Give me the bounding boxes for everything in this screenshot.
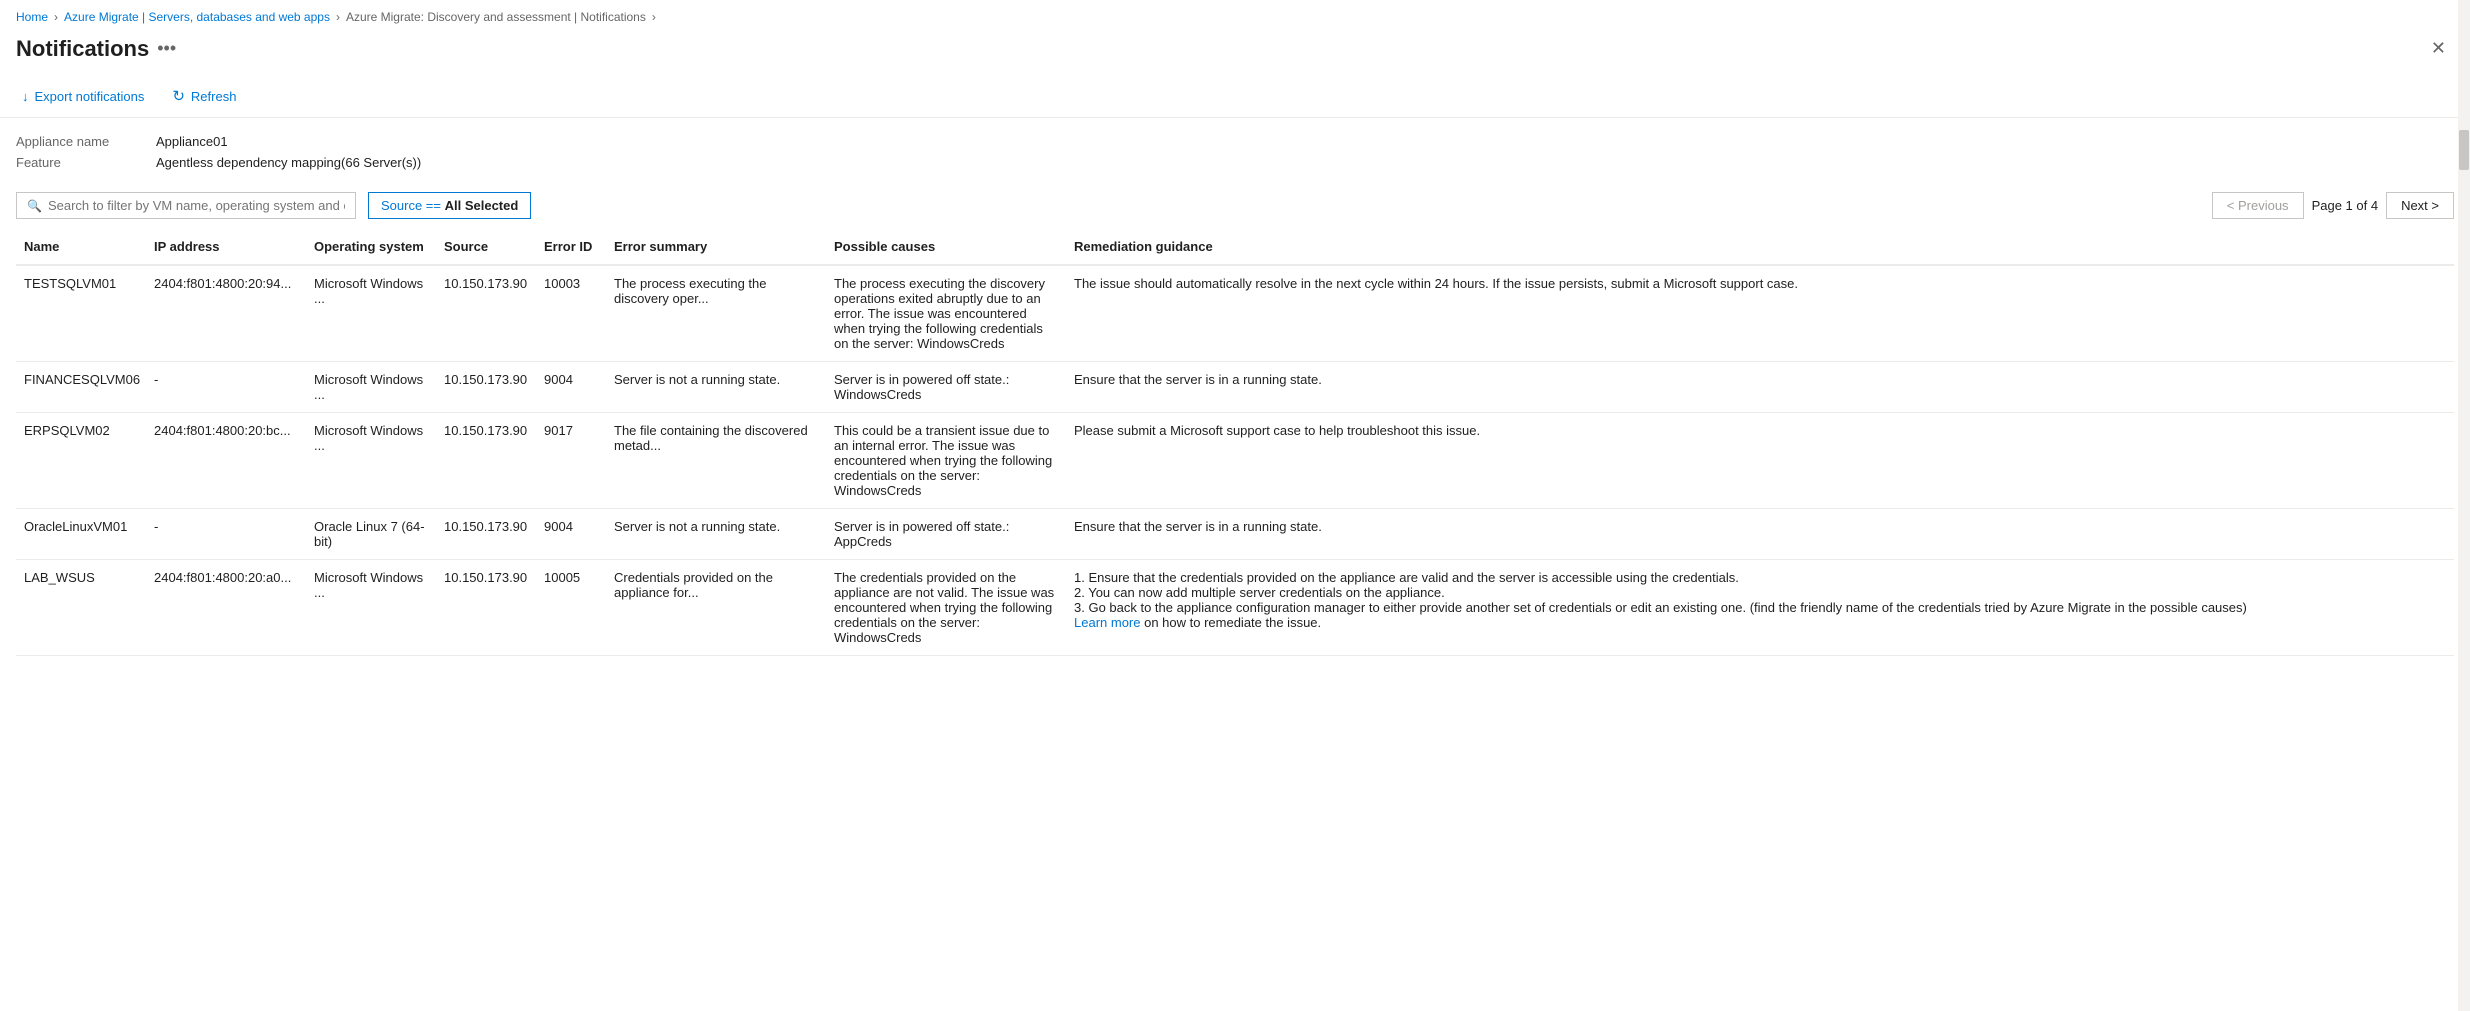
cell-remediation: 1. Ensure that the credentials provided …	[1066, 560, 2454, 656]
notifications-table: Name IP address Operating system Source …	[16, 229, 2454, 656]
close-button[interactable]: ✕	[2423, 34, 2454, 63]
table-container: Name IP address Operating system Source …	[0, 229, 2470, 656]
more-options-icon[interactable]: •••	[157, 38, 176, 59]
cell-error-id: 9004	[536, 509, 606, 560]
refresh-label: Refresh	[191, 89, 237, 104]
scrollbar-track	[2458, 0, 2470, 1011]
cell-source: 10.150.173.90	[436, 413, 536, 509]
cell-os: Microsoft Windows ...	[306, 560, 436, 656]
export-label: Export notifications	[35, 89, 145, 104]
cell-source: 10.150.173.90	[436, 509, 536, 560]
appliance-value: Appliance01	[156, 134, 2454, 149]
page-header: Notifications ••• ✕	[0, 30, 2470, 75]
export-notifications-button[interactable]: Export notifications	[16, 85, 150, 108]
page-title: Notifications	[16, 36, 149, 62]
cell-ip: -	[146, 509, 306, 560]
table-row: FINANCESQLVM06 - Microsoft Windows ... 1…	[16, 362, 2454, 413]
previous-button[interactable]: < Previous	[2212, 192, 2304, 219]
table-row: LAB_WSUS 2404:f801:4800:20:a0... Microso…	[16, 560, 2454, 656]
cell-causes: This could be a transient issue due to a…	[826, 413, 1066, 509]
feature-label: Feature	[16, 155, 156, 170]
cell-error-id: 10003	[536, 265, 606, 362]
search-box[interactable]	[16, 192, 356, 219]
page-info: Page 1 of 4	[2312, 198, 2379, 213]
col-header-error-id[interactable]: Error ID	[536, 229, 606, 265]
cell-summary: The process executing the discovery oper…	[606, 265, 826, 362]
pagination: < Previous Page 1 of 4 Next >	[2212, 192, 2454, 219]
table-row: ERPSQLVM02 2404:f801:4800:20:bc... Micro…	[16, 413, 2454, 509]
breadcrumb: Home › Azure Migrate | Servers, database…	[0, 0, 2470, 30]
cell-causes: Server is in powered off state.: AppCred…	[826, 509, 1066, 560]
source-filter-button[interactable]: Source == All Selected	[368, 192, 531, 219]
col-header-summary[interactable]: Error summary	[606, 229, 826, 265]
export-icon	[22, 89, 29, 104]
cell-causes: The process executing the discovery oper…	[826, 265, 1066, 362]
learn-more-link[interactable]: Learn more	[1074, 615, 1140, 630]
cell-name: FINANCESQLVM06	[16, 362, 146, 413]
filter-bar: Source == All Selected < Previous Page 1…	[0, 182, 2470, 229]
next-button[interactable]: Next >	[2386, 192, 2454, 219]
cell-error-id: 9004	[536, 362, 606, 413]
search-icon	[27, 198, 42, 213]
cell-remediation: The issue should automatically resolve i…	[1066, 265, 2454, 362]
cell-name: TESTSQLVM01	[16, 265, 146, 362]
table-row: TESTSQLVM01 2404:f801:4800:20:94... Micr…	[16, 265, 2454, 362]
col-header-os[interactable]: Operating system	[306, 229, 436, 265]
table-header-row: Name IP address Operating system Source …	[16, 229, 2454, 265]
cell-name: LAB_WSUS	[16, 560, 146, 656]
feature-value: Agentless dependency mapping(66 Server(s…	[156, 155, 2454, 170]
cell-source: 10.150.173.90	[436, 560, 536, 656]
cell-error-id: 10005	[536, 560, 606, 656]
col-header-causes[interactable]: Possible causes	[826, 229, 1066, 265]
col-header-remediation[interactable]: Remediation guidance	[1066, 229, 2454, 265]
meta-section: Appliance name Appliance01 Feature Agent…	[0, 118, 2470, 182]
refresh-icon	[172, 87, 185, 105]
cell-summary: Server is not a running state.	[606, 509, 826, 560]
cell-ip: 2404:f801:4800:20:bc...	[146, 413, 306, 509]
cell-ip: -	[146, 362, 306, 413]
cell-name: OracleLinuxVM01	[16, 509, 146, 560]
cell-summary: The file containing the discovered metad…	[606, 413, 826, 509]
cell-os: Microsoft Windows ...	[306, 265, 436, 362]
breadcrumb-current: Azure Migrate: Discovery and assessment …	[346, 10, 646, 24]
appliance-label: Appliance name	[16, 134, 156, 149]
cell-remediation: Ensure that the server is in a running s…	[1066, 362, 2454, 413]
cell-error-id: 9017	[536, 413, 606, 509]
toolbar: Export notifications Refresh	[0, 75, 2470, 118]
cell-source: 10.150.173.90	[436, 362, 536, 413]
cell-remediation: Ensure that the server is in a running s…	[1066, 509, 2454, 560]
close-icon: ✕	[2431, 38, 2446, 58]
breadcrumb-servers[interactable]: Azure Migrate | Servers, databases and w…	[64, 10, 330, 24]
refresh-button[interactable]: Refresh	[166, 83, 242, 109]
col-header-name[interactable]: Name	[16, 229, 146, 265]
cell-ip: 2404:f801:4800:20:94...	[146, 265, 306, 362]
cell-causes: The credentials provided on the applianc…	[826, 560, 1066, 656]
cell-ip: 2404:f801:4800:20:a0...	[146, 560, 306, 656]
cell-remediation: Please submit a Microsoft support case t…	[1066, 413, 2454, 509]
table-row: OracleLinuxVM01 - Oracle Linux 7 (64-bit…	[16, 509, 2454, 560]
cell-os: Microsoft Windows ...	[306, 413, 436, 509]
cell-source: 10.150.173.90	[436, 265, 536, 362]
cell-os: Oracle Linux 7 (64-bit)	[306, 509, 436, 560]
cell-summary: Server is not a running state.	[606, 362, 826, 413]
cell-summary: Credentials provided on the appliance fo…	[606, 560, 826, 656]
cell-os: Microsoft Windows ...	[306, 362, 436, 413]
breadcrumb-home[interactable]: Home	[16, 10, 48, 24]
scrollbar-thumb[interactable]	[2459, 130, 2469, 170]
cell-causes: Server is in powered off state.: Windows…	[826, 362, 1066, 413]
col-header-ip[interactable]: IP address	[146, 229, 306, 265]
col-header-source[interactable]: Source	[436, 229, 536, 265]
cell-name: ERPSQLVM02	[16, 413, 146, 509]
source-filter-value: All Selected	[445, 198, 519, 213]
search-input[interactable]	[48, 198, 345, 213]
